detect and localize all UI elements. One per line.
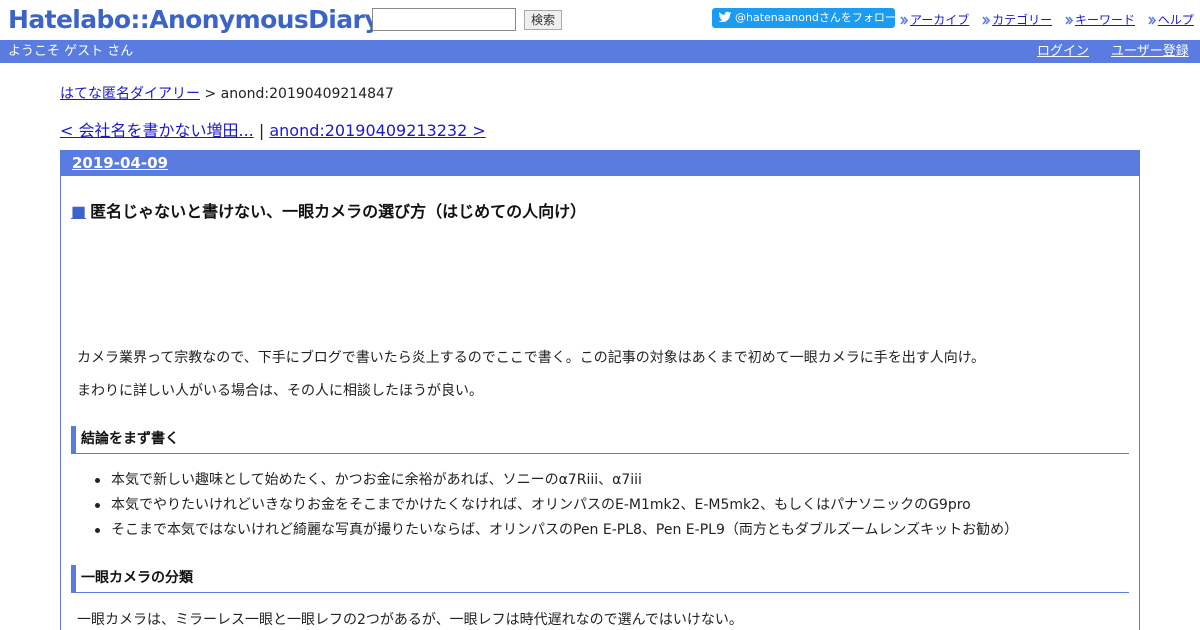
welcome-text: ようこそ ゲスト さん (8, 44, 134, 59)
section-heading: 一眼カメラの分類 (71, 565, 1129, 593)
nav-archive-link[interactable]: アーカイブ (910, 13, 969, 27)
list-item: そこまで本気ではないけれど綺麗な写真が撮りたいならば、オリンパスのPen E-P… (95, 521, 1018, 546)
entry-date-link[interactable]: 2019-04-09 (72, 154, 168, 172)
breadcrumb: はてな匿名ダイアリー > anond:20190409214847 (60, 85, 394, 103)
entry-permalink[interactable]: ■ (71, 202, 86, 221)
nav-help-link[interactable]: ヘルプ (1158, 13, 1194, 27)
nav-category-link[interactable]: カテゴリー (992, 13, 1052, 27)
body-paragraph: 一眼カメラは、ミラーレス一眼と一眼レフの2つがあるが、一眼レフは時代遅れなので選… (77, 612, 743, 628)
twitter-follow-button[interactable]: @hatenaanondさんをフォロー (712, 8, 896, 28)
register-link[interactable]: ユーザー登録 (1111, 43, 1189, 60)
site-header: Hatelabo::AnonymousDiary 検索 @hatenaanond… (0, 0, 1200, 40)
top-nav: アーカイブ カテゴリー キーワード ヘルプ (900, 11, 1194, 28)
entry-title-text: 匿名じゃないと書けない、一眼カメラの選び方（はじめての人向け） (90, 202, 587, 221)
section-heading-text: 一眼カメラの分類 (81, 570, 193, 586)
arrow-right-icon (982, 16, 991, 25)
prev-entry-link[interactable]: < 会社名を書かない増田... (60, 121, 254, 140)
section-heading: 結論をまず書く (71, 426, 1129, 454)
body-paragraph: カメラ業界って宗教なので、下手にブログで書いたら炎上するのでここで書く。この記事… (77, 350, 986, 366)
list-item: 本気で新しい趣味として始めたく、かつお金に余裕があれば、ソニーのα7Riii、α… (95, 471, 1018, 496)
entry-title: ■ 匿名じゃないと書けない、一眼カメラの選び方（はじめての人向け） (71, 202, 586, 222)
date-bar: 2019-04-09 (61, 150, 1139, 176)
arrow-right-icon (1065, 16, 1073, 25)
search-button[interactable]: 検索 (524, 10, 562, 30)
arrow-right-icon (1148, 16, 1156, 25)
section-heading-text: 結論をまず書く (81, 431, 179, 447)
login-link[interactable]: ログイン (1037, 43, 1089, 60)
breadcrumb-home-link[interactable]: はてな匿名ダイアリー (60, 86, 200, 102)
entry-pager: < 会社名を書かない増田... | anond:20190409213232 > (60, 121, 486, 141)
list-item: 本気でやりたいけれどいきなりお金をそこまでかけたくなければ、オリンパスのE-M1… (95, 496, 1018, 521)
breadcrumb-current: anond:20190409214847 (220, 86, 394, 102)
nav-keyword-link[interactable]: キーワード (1075, 13, 1135, 27)
conclusion-list: 本気で新しい趣味として始めたく、かつお金に余裕があれば、ソニーのα7Riii、α… (95, 471, 1018, 546)
arrow-right-icon (900, 16, 908, 25)
twitter-follow-label: @hatenaanondさんをフォロー (735, 11, 896, 24)
site-logo[interactable]: Hatelabo::AnonymousDiary (8, 4, 381, 36)
next-entry-link[interactable]: anond:20190409213232 > (269, 121, 485, 140)
search-input[interactable] (372, 8, 516, 31)
article-box: 2019-04-09 ■ 匿名じゃないと書けない、一眼カメラの選び方（はじめての人… (60, 150, 1140, 630)
pager-separator: | (253, 121, 270, 140)
twitter-bird-icon (718, 11, 732, 23)
welcome-bar: ようこそ ゲスト さん ログイン ユーザー登録 (0, 40, 1200, 63)
body-paragraph: まわりに詳しい人がいる場合は、その人に相談したほうが良い。 (77, 383, 483, 399)
breadcrumb-separator: > (200, 86, 221, 102)
